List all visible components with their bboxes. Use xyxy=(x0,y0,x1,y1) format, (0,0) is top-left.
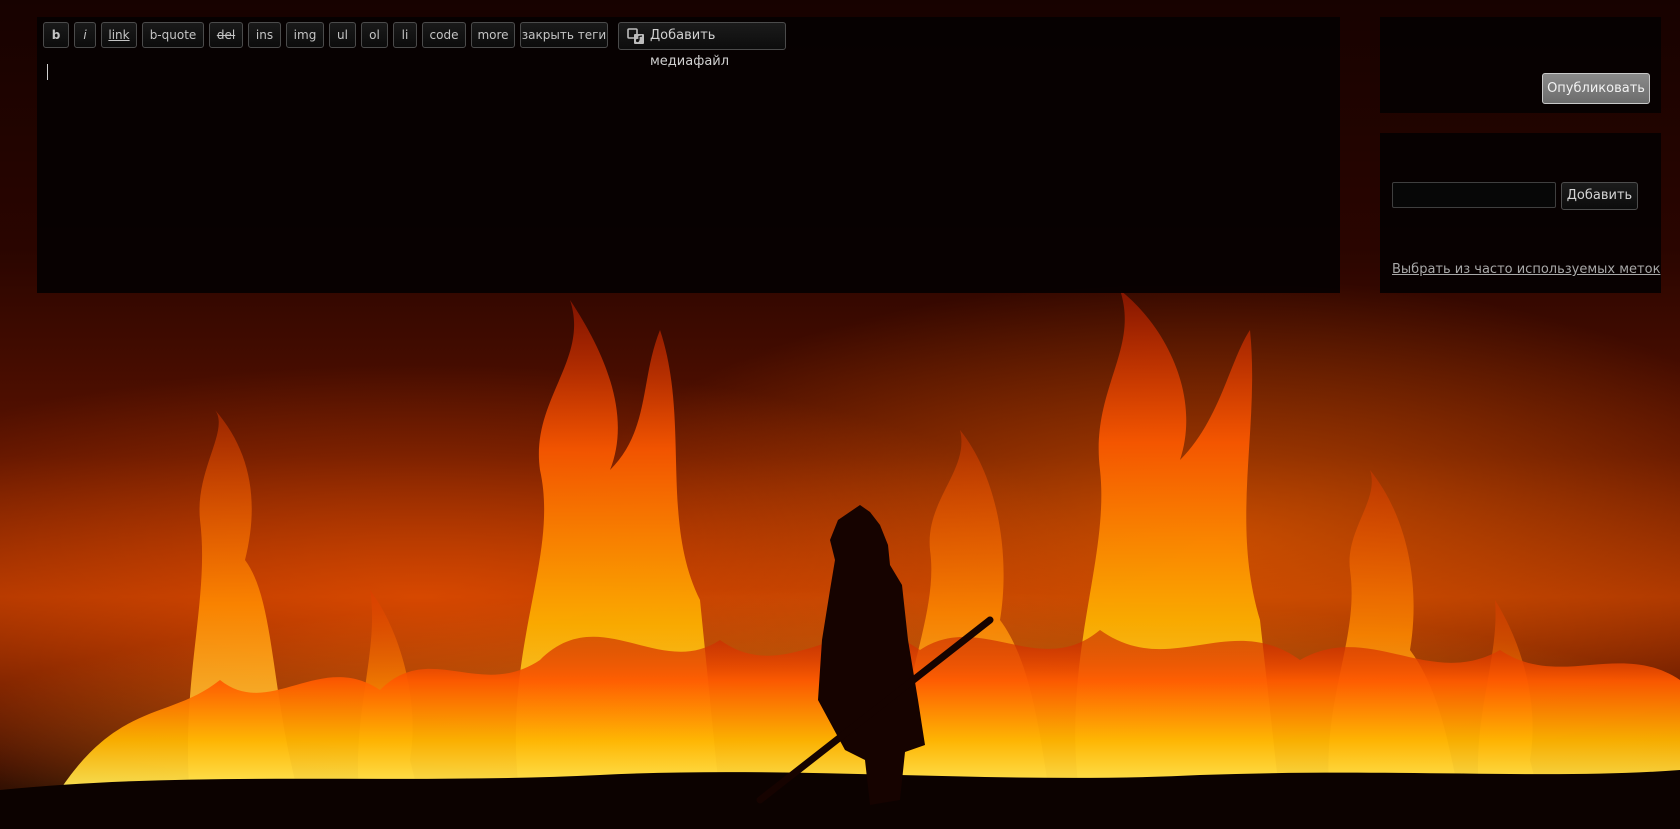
li-button[interactable]: li xyxy=(393,22,417,48)
more-button[interactable]: more xyxy=(471,22,515,48)
add-tag-button[interactable]: Добавить xyxy=(1561,182,1638,210)
ins-button[interactable]: ins xyxy=(248,22,281,48)
new-tag-input[interactable] xyxy=(1392,182,1556,208)
tags-box: Добавить Выбрать из часто используемых м… xyxy=(1380,133,1661,293)
italic-button[interactable]: i xyxy=(74,22,96,48)
editor-content-area[interactable] xyxy=(43,57,1334,287)
popular-tags-link[interactable]: Выбрать из часто используемых меток xyxy=(1392,262,1660,277)
ol-button[interactable]: ol xyxy=(361,22,388,48)
bold-button[interactable]: b xyxy=(43,22,69,48)
link-button[interactable]: link xyxy=(101,22,137,48)
ul-button[interactable]: ul xyxy=(329,22,356,48)
del-button[interactable]: del xyxy=(209,22,243,48)
publish-box: Опубликовать xyxy=(1380,17,1661,113)
post-editor: b i link b-quote del ins img ul ol li co… xyxy=(37,17,1340,293)
blockquote-button[interactable]: b-quote xyxy=(142,22,204,48)
media-icon xyxy=(627,28,644,44)
add-media-button[interactable]: Добавить медиафайл xyxy=(618,22,786,69)
close-tags-button[interactable]: закрыть теги xyxy=(520,22,608,48)
code-button[interactable]: code xyxy=(422,22,466,48)
img-button[interactable]: img xyxy=(286,22,324,48)
publish-button[interactable]: Опубликовать xyxy=(1542,73,1650,104)
